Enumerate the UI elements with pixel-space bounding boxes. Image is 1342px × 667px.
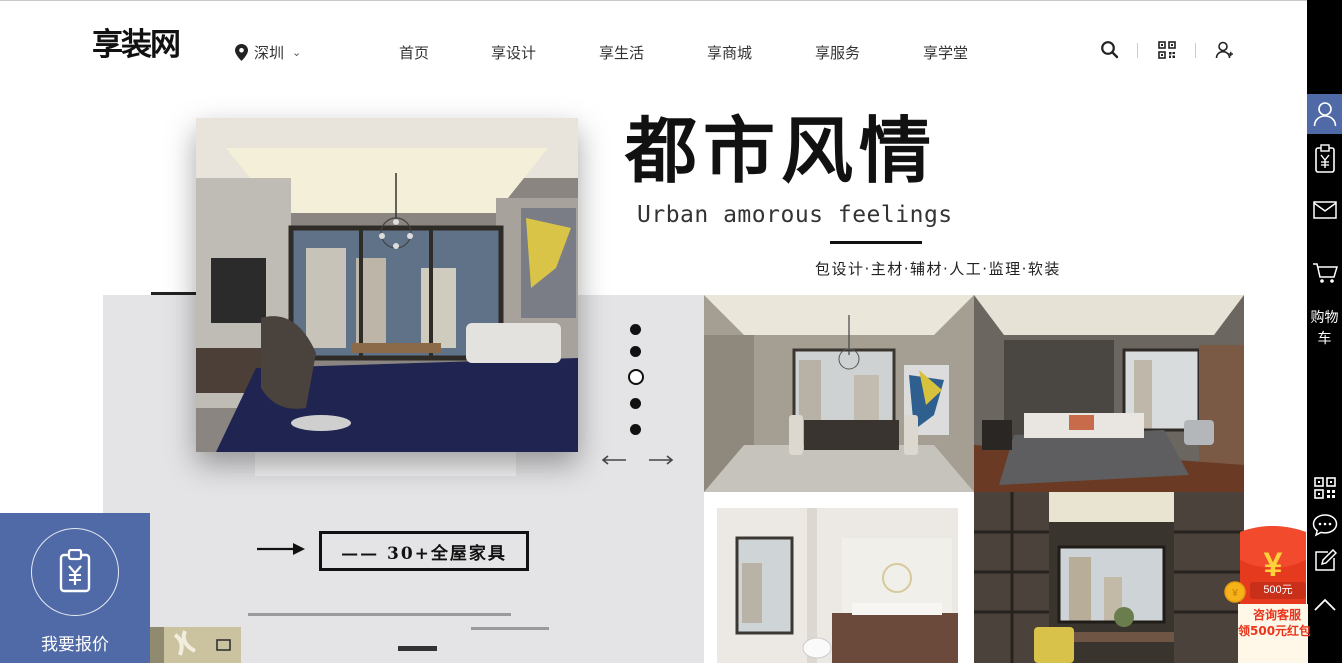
red-packet-amount: 500元	[1263, 584, 1293, 596]
hero-title-en: Urban amorous feelings	[637, 202, 953, 228]
sidebar-user[interactable]	[1307, 94, 1342, 134]
red-packet-line2: 领500元红包	[1238, 624, 1310, 638]
nav-design[interactable]: 享设计	[491, 42, 536, 63]
decor-line	[248, 613, 511, 616]
slide-dot-4[interactable]	[630, 398, 641, 409]
title-underline	[830, 241, 922, 244]
right-sidebar: 购物车	[1307, 0, 1342, 663]
gallery-bedroom-image[interactable]	[974, 295, 1244, 492]
user-icon[interactable]	[1214, 40, 1234, 60]
nav-life[interactable]: 享生活	[599, 42, 644, 63]
gallery-study-room-image[interactable]	[974, 492, 1244, 663]
sidebar-chat[interactable]	[1307, 510, 1342, 540]
edit-icon	[1314, 549, 1337, 571]
city-label: 深圳	[254, 44, 285, 62]
mail-icon	[1312, 201, 1337, 219]
site-logo[interactable]: 享装网	[92, 28, 181, 62]
red-packet-line1: 咨询客服	[1252, 608, 1301, 622]
decor-line	[398, 646, 437, 651]
sidebar-qrcode[interactable]	[1307, 474, 1342, 502]
cart-icon	[1312, 263, 1338, 283]
chevron-down-icon: ⌄	[292, 46, 302, 59]
nav-academy[interactable]: 享学堂	[923, 42, 968, 63]
sidebar-cart[interactable]	[1307, 258, 1342, 288]
decor-line	[471, 627, 549, 630]
slide-dot-1[interactable]	[630, 324, 641, 335]
location-pin-icon	[235, 44, 248, 61]
clipboard-yuan-icon	[59, 549, 91, 593]
arrow-left-icon[interactable]	[601, 452, 627, 468]
hero-services: 包设计·主材·辅材·人工·监理·软装	[815, 260, 1061, 278]
get-quote-label: 我要报价	[41, 635, 109, 655]
divider	[1137, 43, 1138, 58]
quote-icon-circle	[31, 528, 119, 616]
nav-home[interactable]: 首页	[399, 42, 429, 63]
divider	[1195, 43, 1196, 58]
gallery-bathroom-image[interactable]	[717, 508, 958, 663]
slide-dot-2[interactable]	[630, 346, 641, 357]
get-quote-button[interactable]: 我要报价	[0, 513, 150, 663]
city-selector[interactable]: 深圳 ⌄	[235, 42, 301, 63]
slide-dot-3[interactable]	[628, 369, 644, 385]
sidebar-edit[interactable]	[1307, 546, 1342, 576]
nav-mall[interactable]: 享商城	[707, 42, 752, 63]
qrcode-icon	[1313, 477, 1336, 499]
chat-icon	[1312, 514, 1337, 537]
gallery-dining-room-image[interactable]	[704, 295, 974, 492]
thumbnail-card[interactable]	[150, 627, 241, 663]
user-icon	[1313, 102, 1336, 127]
decor-line	[151, 292, 197, 295]
svg-text:¥: ¥	[1264, 546, 1283, 584]
search-icon[interactable]	[1100, 40, 1120, 60]
qrcode-icon[interactable]	[1157, 40, 1177, 60]
hero-tag[interactable]: —— 30+全屋家具	[319, 531, 529, 571]
sidebar-back-to-top[interactable]	[1307, 592, 1342, 618]
hero-living-room-image[interactable]	[196, 118, 578, 452]
arrow-right-icon[interactable]	[648, 452, 674, 468]
sidebar-cart-label[interactable]: 购物车	[1307, 308, 1342, 350]
slide-dot-5[interactable]	[630, 424, 641, 435]
svg-text:¥: ¥	[1231, 588, 1238, 599]
sidebar-mail[interactable]	[1307, 196, 1342, 224]
hero-title-cn: 都市风情	[625, 108, 938, 193]
arrow-right-icon	[257, 543, 305, 555]
nav-service[interactable]: 享服务	[815, 42, 860, 63]
clipboard-yuan-icon	[1314, 144, 1335, 173]
back-to-top-icon	[1313, 598, 1336, 611]
sidebar-quote[interactable]	[1307, 140, 1342, 178]
top-border	[0, 0, 1307, 1]
